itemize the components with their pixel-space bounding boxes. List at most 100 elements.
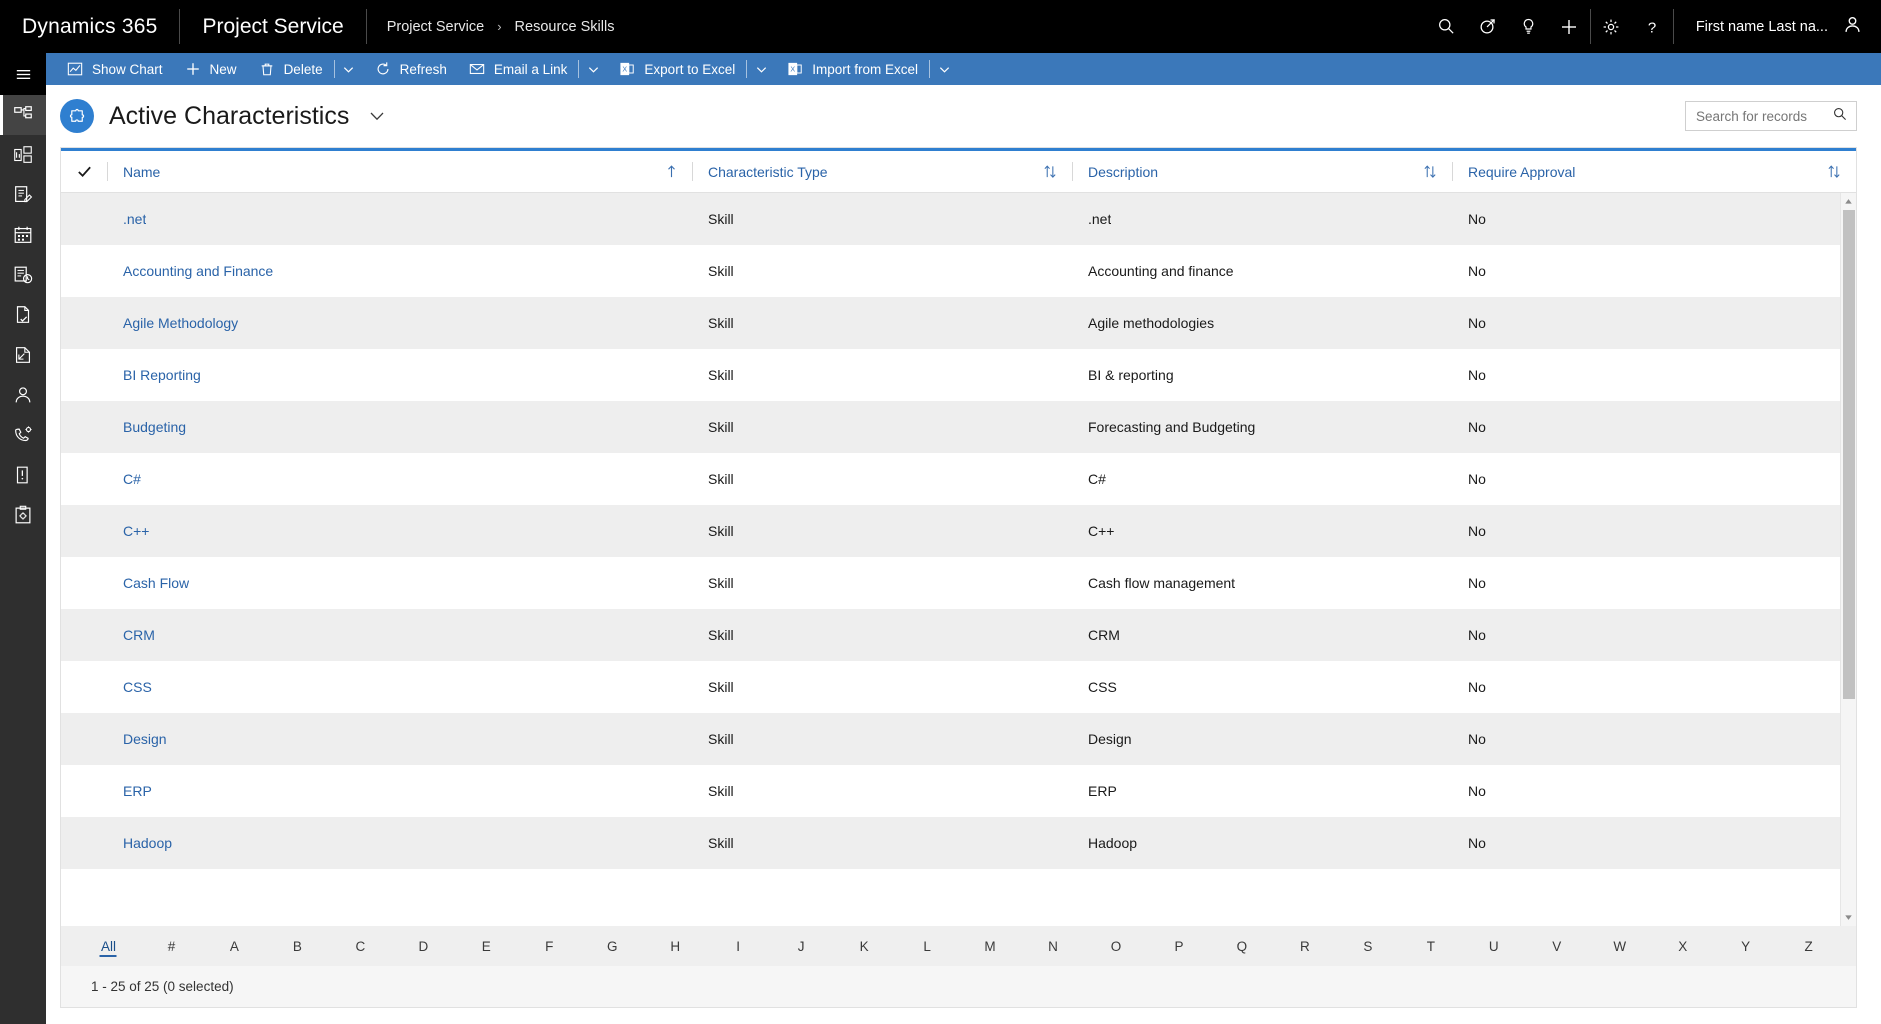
row-select-checkbox[interactable] <box>61 453 107 505</box>
row-select-checkbox[interactable] <box>61 193 107 245</box>
column-header-characteristic-type[interactable]: Characteristic Type <box>692 151 1072 192</box>
table-row[interactable]: BudgetingSkillForecasting and BudgetingN… <box>61 401 1840 453</box>
alpha-filter-o[interactable]: O <box>1085 926 1148 966</box>
row-select-checkbox[interactable] <box>61 349 107 401</box>
alpha-filter-k[interactable]: K <box>833 926 896 966</box>
grid-vertical-scrollbar[interactable] <box>1840 193 1856 926</box>
scrollbar-track[interactable] <box>1841 210 1857 909</box>
cell-name[interactable]: Hadoop <box>107 817 692 869</box>
cell-name[interactable]: BI Reporting <box>107 349 692 401</box>
alpha-filter-c[interactable]: C <box>329 926 392 966</box>
table-row[interactable]: CRMSkillCRMNo <box>61 609 1840 661</box>
table-row[interactable]: CSSSkillCSSNo <box>61 661 1840 713</box>
alpha-filter-all[interactable]: All <box>77 926 140 966</box>
column-header-name[interactable]: Name <box>107 151 692 192</box>
sidebar-item-export[interactable] <box>0 335 46 375</box>
cell-name[interactable]: Accounting and Finance <box>107 245 692 297</box>
email-a-link-dropdown-button[interactable] <box>578 53 608 85</box>
alpha-filter-f[interactable]: F <box>518 926 581 966</box>
sidebar-item-clipboard-settings[interactable] <box>0 495 46 535</box>
alpha-filter-j[interactable]: J <box>770 926 833 966</box>
cell-name[interactable]: .net <box>107 193 692 245</box>
scrollbar-thumb[interactable] <box>1843 210 1855 699</box>
column-header-require-approval[interactable]: Require Approval <box>1452 151 1856 192</box>
search-icon[interactable] <box>1426 0 1467 53</box>
assistant-icon[interactable] <box>1467 0 1508 53</box>
alpha-filter-a[interactable]: A <box>203 926 266 966</box>
row-select-checkbox[interactable] <box>61 713 107 765</box>
cell-name[interactable]: Cash Flow <box>107 557 692 609</box>
row-select-checkbox[interactable] <box>61 661 107 713</box>
alpha-filter-d[interactable]: D <box>392 926 455 966</box>
sidebar-item-person[interactable] <box>0 375 46 415</box>
row-select-checkbox[interactable] <box>61 245 107 297</box>
table-row[interactable]: C++SkillC++No <box>61 505 1840 557</box>
user-menu[interactable]: First name Last na... <box>1674 0 1881 53</box>
lightbulb-icon[interactable] <box>1508 0 1549 53</box>
sidebar-item-document-check[interactable] <box>0 295 46 335</box>
table-row[interactable]: DesignSkillDesignNo <box>61 713 1840 765</box>
alpha-filter-g[interactable]: G <box>581 926 644 966</box>
table-row[interactable]: Cash FlowSkillCash flow managementNo <box>61 557 1840 609</box>
breadcrumb-parent[interactable]: Project Service <box>387 19 485 35</box>
alpha-filter-p[interactable]: P <box>1147 926 1210 966</box>
sidebar-item-alert-doc[interactable] <box>0 455 46 495</box>
table-row[interactable]: Accounting and FinanceSkillAccounting an… <box>61 245 1840 297</box>
export-to-excel-button[interactable]: X Export to Excel <box>608 53 746 85</box>
alpha-filter-v[interactable]: V <box>1525 926 1588 966</box>
sidebar-item-edit-list[interactable] <box>0 175 46 215</box>
view-selector-chevron-down-icon[interactable] <box>367 106 387 126</box>
alpha-filter-x[interactable]: X <box>1651 926 1714 966</box>
breadcrumb-current[interactable]: Resource Skills <box>515 19 615 35</box>
sidebar-item-dashboard[interactable] <box>0 135 46 175</box>
alpha-filter-u[interactable]: U <box>1462 926 1525 966</box>
alpha-filter-m[interactable]: M <box>959 926 1022 966</box>
row-select-checkbox[interactable] <box>61 817 107 869</box>
row-select-checkbox[interactable] <box>61 609 107 661</box>
alpha-filter-e[interactable]: E <box>455 926 518 966</box>
show-chart-button[interactable]: Show Chart <box>56 53 174 85</box>
gear-icon[interactable] <box>1591 0 1632 53</box>
alpha-filter-w[interactable]: W <box>1588 926 1651 966</box>
scroll-down-arrow-icon[interactable] <box>1841 909 1857 926</box>
brand-dynamics-365[interactable]: Dynamics 365 <box>0 0 179 53</box>
select-all-checkbox[interactable] <box>61 151 107 192</box>
help-icon[interactable]: ? <box>1632 0 1673 53</box>
cell-name[interactable]: CRM <box>107 609 692 661</box>
alpha-filter-z[interactable]: Z <box>1777 926 1840 966</box>
search-icon[interactable] <box>1832 106 1848 127</box>
delete-dropdown-button[interactable] <box>334 53 364 85</box>
refresh-button[interactable]: Refresh <box>364 53 458 85</box>
row-select-checkbox[interactable] <box>61 765 107 817</box>
alpha-filter-h[interactable]: H <box>644 926 707 966</box>
alpha-filter-l[interactable]: L <box>896 926 959 966</box>
alpha-filter-hash[interactable]: # <box>140 926 203 966</box>
import-from-excel-button[interactable]: X Import from Excel <box>776 53 929 85</box>
table-row[interactable]: ERPSkillERPNo <box>61 765 1840 817</box>
sidebar-item-calendar[interactable] <box>0 215 46 255</box>
alpha-filter-y[interactable]: Y <box>1714 926 1777 966</box>
table-row[interactable]: BI ReportingSkillBI & reportingNo <box>61 349 1840 401</box>
search-input[interactable] <box>1696 109 1832 124</box>
app-name-button[interactable]: Project Service <box>180 0 365 53</box>
alpha-filter-r[interactable]: R <box>1273 926 1336 966</box>
cell-name[interactable]: Budgeting <box>107 401 692 453</box>
row-select-checkbox[interactable] <box>61 297 107 349</box>
alpha-filter-q[interactable]: Q <box>1210 926 1273 966</box>
table-row[interactable]: C#SkillC#No <box>61 453 1840 505</box>
sidebar-item-phone-settings[interactable] <box>0 415 46 455</box>
row-select-checkbox[interactable] <box>61 505 107 557</box>
cell-name[interactable]: Design <box>107 713 692 765</box>
alpha-filter-s[interactable]: S <box>1336 926 1399 966</box>
cell-name[interactable]: CSS <box>107 661 692 713</box>
alpha-filter-t[interactable]: T <box>1399 926 1462 966</box>
import-from-excel-dropdown-button[interactable] <box>929 53 959 85</box>
export-to-excel-dropdown-button[interactable] <box>746 53 776 85</box>
table-row[interactable]: .netSkill.netNo <box>61 193 1840 245</box>
cell-name[interactable]: C# <box>107 453 692 505</box>
table-row[interactable]: Agile MethodologySkillAgile methodologie… <box>61 297 1840 349</box>
sidebar-item-schedule[interactable] <box>0 255 46 295</box>
column-header-description[interactable]: Description <box>1072 151 1452 192</box>
table-row[interactable]: HadoopSkillHadoopNo <box>61 817 1840 869</box>
cell-name[interactable]: ERP <box>107 765 692 817</box>
